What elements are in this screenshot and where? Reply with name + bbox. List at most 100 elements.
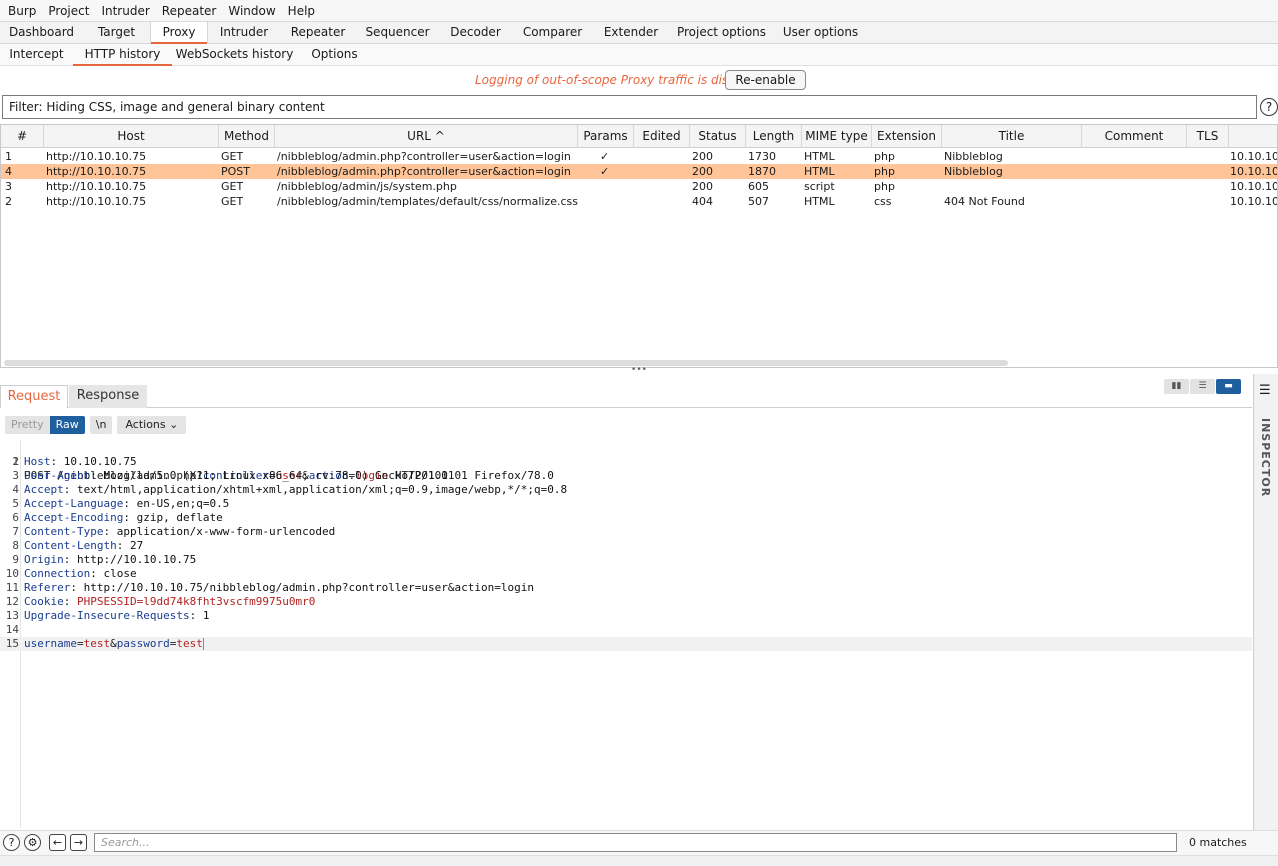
menu-repeater[interactable]: Repeater bbox=[156, 0, 223, 22]
tab-user-options[interactable]: User options bbox=[774, 22, 867, 43]
col-comment[interactable]: Comment bbox=[1082, 125, 1187, 148]
cell-title: Nibbleblog bbox=[944, 150, 1003, 163]
cell-method: POST bbox=[221, 165, 250, 178]
cell-length: 1730 bbox=[748, 150, 776, 163]
arrow-left-icon[interactable]: ← bbox=[49, 834, 66, 851]
header-line: 13 Upgrade-Insecure-Requests: 1 bbox=[5, 609, 210, 622]
help-circle-icon[interactable]: ? bbox=[3, 834, 20, 851]
tab-proxy[interactable]: Proxy bbox=[150, 22, 208, 44]
help-icon[interactable]: ? bbox=[1260, 98, 1278, 116]
http-history-table: # Host Method URL ^ Params Edited Status… bbox=[0, 124, 1278, 368]
cell-number: 1 bbox=[5, 150, 12, 163]
scope-warning-text: Logging of out-of-scope Proxy traffic is… bbox=[475, 73, 762, 87]
header-line: 6 Accept-Encoding: gzip, deflate bbox=[12, 511, 223, 524]
menu-burp[interactable]: Burp bbox=[2, 0, 42, 22]
cell-mime-type: HTML bbox=[804, 150, 835, 163]
single-pane-icon[interactable]: ▬ bbox=[1216, 379, 1241, 394]
cell-status: 200 bbox=[692, 165, 713, 178]
split-horizontal-icon[interactable]: ▮▮ bbox=[1164, 379, 1189, 394]
col-status[interactable]: Status bbox=[690, 125, 746, 148]
menu-project[interactable]: Project bbox=[42, 0, 95, 22]
tab-comparer[interactable]: Comparer bbox=[512, 22, 593, 43]
re-enable-button[interactable]: Re-enable bbox=[725, 70, 806, 90]
arrow-right-icon[interactable]: → bbox=[70, 834, 87, 851]
tab-project-options[interactable]: Project options bbox=[669, 22, 774, 43]
tab-intruder[interactable]: Intruder bbox=[208, 22, 280, 43]
raw-button[interactable]: Raw bbox=[49, 416, 85, 434]
table-row[interactable]: 3 http://10.10.10.75 GET /nibbleblog/adm… bbox=[1, 179, 1277, 194]
menu-intruder[interactable]: Intruder bbox=[95, 0, 155, 22]
cell-url: /nibbleblog/admin.php?controller=user&ac… bbox=[277, 165, 571, 178]
cell-title: 404 Not Found bbox=[944, 195, 1025, 208]
body-param-key: username bbox=[24, 637, 77, 650]
cell-title: Nibbleblog bbox=[944, 165, 1003, 178]
cell-mime-type: HTML bbox=[804, 195, 835, 208]
cell-host: http://10.10.10.75 bbox=[46, 180, 147, 193]
newline-toggle-button[interactable]: \n bbox=[89, 416, 113, 434]
col-method[interactable]: Method bbox=[219, 125, 275, 148]
cell-extension: php bbox=[874, 180, 895, 193]
cell-number: 3 bbox=[5, 180, 12, 193]
gear-icon[interactable]: ⚙ bbox=[24, 834, 41, 851]
cell-length: 507 bbox=[748, 195, 769, 208]
cell-extension: php bbox=[874, 165, 895, 178]
tab-request[interactable]: Request bbox=[0, 385, 68, 410]
header-line: 8 Content-Length: 27 bbox=[12, 539, 144, 552]
tab-options[interactable]: Options bbox=[297, 44, 372, 65]
header-line: 3 User-Agent: Mozilla/5.0 (X11; Linux x86… bbox=[12, 469, 554, 482]
table-row[interactable]: 2 http://10.10.10.75 GET /nibbleblog/adm… bbox=[1, 194, 1277, 209]
tab-extender[interactable]: Extender bbox=[593, 22, 669, 43]
message-tab-bar: Request Response bbox=[0, 384, 1252, 410]
col-url[interactable]: URL ^ bbox=[275, 125, 578, 148]
inspector-menu-icon[interactable]: ☰ bbox=[1259, 383, 1271, 398]
table-row[interactable]: 1 http://10.10.10.75 GET /nibbleblog/adm… bbox=[1, 149, 1278, 164]
status-bar bbox=[0, 855, 1278, 866]
cell-length: 605 bbox=[748, 180, 769, 193]
col-edited[interactable]: Edited bbox=[634, 125, 690, 148]
cell-ip: 10.10.10.75 bbox=[1230, 165, 1278, 178]
filter-bar[interactable]: Filter: Hiding CSS, image and general bi… bbox=[2, 95, 1257, 119]
header-line: 10 Connection: close bbox=[5, 567, 137, 580]
col-tls[interactable]: TLS bbox=[1187, 125, 1229, 148]
cell-host: http://10.10.10.75 bbox=[46, 165, 147, 178]
tab-repeater[interactable]: Repeater bbox=[280, 22, 356, 43]
text-caret bbox=[202, 638, 204, 650]
cell-method: GET bbox=[221, 180, 244, 193]
horizontal-scrollbar[interactable] bbox=[4, 360, 1008, 366]
col-params[interactable]: Params bbox=[578, 125, 634, 148]
proxy-sub-tab-bar: Intercept HTTP history WebSockets histor… bbox=[0, 44, 1278, 66]
col-title[interactable]: Title bbox=[942, 125, 1082, 148]
cell-status: 200 bbox=[692, 150, 713, 163]
col-ip[interactable]: IP bbox=[1229, 125, 1277, 148]
tab-websockets-history[interactable]: WebSockets history bbox=[172, 44, 297, 65]
tab-dashboard[interactable]: Dashboard bbox=[0, 22, 83, 43]
pretty-button[interactable]: Pretty bbox=[5, 416, 50, 434]
col-number[interactable]: # bbox=[1, 125, 44, 148]
split-vertical-icon[interactable]: ☰ bbox=[1190, 379, 1215, 394]
tab-sequencer[interactable]: Sequencer bbox=[356, 22, 439, 43]
inspector-label[interactable]: INSPECTOR bbox=[1259, 418, 1272, 497]
header-line: 2 Host: 10.10.10.75 bbox=[12, 455, 137, 468]
menu-help[interactable]: Help bbox=[282, 0, 321, 22]
col-extension[interactable]: Extension bbox=[872, 125, 942, 148]
table-row-selected[interactable]: 4 http://10.10.10.75 POST /nibbleblog/ad… bbox=[1, 164, 1278, 179]
tab-intercept[interactable]: Intercept bbox=[0, 44, 73, 65]
col-length[interactable]: Length bbox=[746, 125, 802, 148]
tab-response[interactable]: Response bbox=[69, 385, 147, 408]
body-param-value: test bbox=[83, 637, 111, 650]
header-line: 11 Referer: http://10.10.10.75/nibbleblog… bbox=[5, 581, 534, 594]
tab-target[interactable]: Target bbox=[83, 22, 150, 43]
col-host[interactable]: Host bbox=[44, 125, 219, 148]
actions-dropdown[interactable]: Actions ⌄ bbox=[117, 416, 187, 434]
pane-splitter[interactable]: ••• bbox=[0, 366, 1278, 375]
cell-ip: 10.10.10.75 bbox=[1230, 150, 1278, 163]
tab-http-history[interactable]: HTTP history bbox=[73, 44, 172, 66]
header-line: 12 Cookie: PHPSESSID=l9dd74k8fht3vscfm997… bbox=[5, 595, 316, 608]
search-input[interactable]: Search... bbox=[94, 833, 1177, 852]
request-editor[interactable]: 1 POST /nibbleblog/admin.php?controller=… bbox=[0, 440, 1252, 828]
header-line: 4 Accept: text/html,application/xhtml+xml… bbox=[12, 483, 568, 496]
header-line: 9 Origin: http://10.10.10.75 bbox=[12, 553, 197, 566]
menu-window[interactable]: Window bbox=[222, 0, 281, 22]
col-mime-type[interactable]: MIME type bbox=[802, 125, 872, 148]
tab-decoder[interactable]: Decoder bbox=[439, 22, 512, 43]
